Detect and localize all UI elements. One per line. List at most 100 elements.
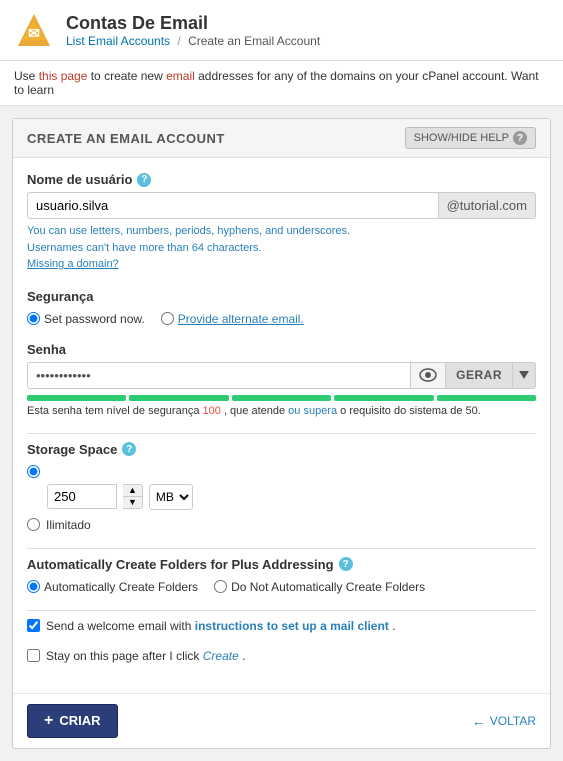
storage-number-input[interactable] <box>47 484 117 509</box>
auto-folders-section: Automatically Create Folders for Plus Ad… <box>27 557 536 594</box>
security-label: Segurança <box>27 289 536 304</box>
security-section: Segurança Set password now. Provide alte… <box>27 289 536 326</box>
username-input-group: @tutorial.com <box>27 192 536 219</box>
panel-footer: + CRIAR ← VOLTAR <box>13 693 550 748</box>
strength-text-after-part1: ou supera <box>288 405 337 417</box>
username-info-icon[interactable]: ? <box>137 173 151 187</box>
breadcrumb-create: Create an Email Account <box>188 34 320 48</box>
welcome-email-bold: instructions to set up a mail client <box>195 619 389 633</box>
highlight-email: email <box>166 69 195 83</box>
divider-1 <box>27 433 536 434</box>
back-arrow-icon: ← <box>472 713 486 729</box>
stay-page-checkbox[interactable] <box>27 649 40 662</box>
auto-do-not-radio[interactable] <box>214 580 227 593</box>
radio-set-password-label: Set password now. <box>44 312 145 326</box>
auto-folders-info-icon[interactable]: ? <box>339 557 353 571</box>
storage-unlimited-label: Ilimitado <box>46 518 91 532</box>
auto-create-label: Automatically Create Folders <box>44 580 198 594</box>
radio-provide-email-option[interactable]: Provide alternate email. <box>161 312 304 326</box>
storage-spinner: ▲ ▼ <box>123 484 143 509</box>
strength-segment-4 <box>334 395 433 401</box>
radio-set-password-option[interactable]: Set password now. <box>27 312 145 326</box>
welcome-email-text1: Send a welcome email with <box>46 619 191 633</box>
missing-domain-link[interactable]: Missing a domain? <box>27 256 536 273</box>
auto-folders-radio-group: Automatically Create Folders Do Not Auto… <box>27 580 536 594</box>
welcome-email-checkbox[interactable] <box>27 619 40 632</box>
domain-suffix: @tutorial.com <box>438 192 536 219</box>
auto-create-option[interactable]: Automatically Create Folders <box>27 580 198 594</box>
security-radio-group: Set password now. Provide alternate emai… <box>27 312 536 326</box>
username-hint-line1: You can use letters, numbers, periods, h… <box>27 223 536 240</box>
strength-segment-2 <box>129 395 228 401</box>
strength-text-middle: , que atende <box>224 405 285 417</box>
storage-info-icon[interactable]: ? <box>122 442 136 456</box>
generate-dropdown-button[interactable] <box>513 362 536 389</box>
storage-unlimited-radio[interactable] <box>27 518 40 531</box>
welcome-email-text2: . <box>392 619 395 633</box>
create-button[interactable]: + CRIAR <box>27 704 118 738</box>
breadcrumb-separator: / <box>177 34 180 48</box>
storage-input-row: ▲ ▼ MB GB <box>47 484 536 510</box>
divider-2 <box>27 548 536 549</box>
app-header-text: Contas De Email List Email Accounts / Cr… <box>66 13 320 48</box>
spinner-down-button[interactable]: ▼ <box>123 497 142 508</box>
username-group: Nome de usuário ? @tutorial.com You can … <box>27 172 536 273</box>
password-label: Senha <box>27 342 536 357</box>
storage-label: Storage Space ? <box>27 442 536 457</box>
strength-text-after-part2: o requisito do sistema de 50. <box>340 405 481 417</box>
back-button-label: VOLTAR <box>490 714 536 728</box>
welcome-email-label[interactable]: Send a welcome email with instructions t… <box>46 619 395 633</box>
breadcrumb: List Email Accounts / Create an Email Ac… <box>66 34 320 48</box>
password-strength-bar <box>27 395 536 401</box>
main-panel: CREATE AN EMAIL ACCOUNT SHOW/HIDE HELP ?… <box>12 118 551 749</box>
radio-provide-email-label: Provide alternate email. <box>178 312 304 326</box>
storage-unlimited-option[interactable]: Ilimitado <box>27 518 536 532</box>
username-hint-line2: Usernames can't have more than 64 charac… <box>27 240 536 257</box>
auto-create-radio[interactable] <box>27 580 40 593</box>
help-icon: ? <box>513 131 527 145</box>
chevron-down-icon <box>519 371 529 379</box>
back-button[interactable]: ← VOLTAR <box>472 713 536 729</box>
svg-text:✉: ✉ <box>28 25 40 41</box>
strength-text: Esta senha tem nível de segurança 100 , … <box>27 405 536 417</box>
breadcrumb-list-link[interactable]: List Email Accounts <box>66 34 170 48</box>
strength-value: 100 <box>203 405 221 417</box>
app-title: Contas De Email <box>66 13 320 34</box>
app-icon: ✉ <box>14 10 54 50</box>
auto-do-not-label: Do Not Automatically Create Folders <box>231 580 425 594</box>
password-input-group: GERAR <box>27 362 536 389</box>
app-header: ✉ Contas De Email List Email Accounts / … <box>0 0 563 61</box>
show-hide-help-button[interactable]: SHOW/HIDE HELP ? <box>405 127 536 149</box>
strength-segment-1 <box>27 395 126 401</box>
radio-provide-email[interactable] <box>161 312 174 325</box>
storage-custom-radio[interactable] <box>27 465 40 478</box>
stay-page-link: Create <box>203 649 239 663</box>
create-button-label: CRIAR <box>59 713 100 728</box>
generate-button[interactable]: GERAR <box>445 362 513 389</box>
page-description: Use this page to create new email addres… <box>0 61 563 106</box>
welcome-email-section: Send a welcome email with instructions t… <box>27 619 536 633</box>
plus-icon: + <box>44 712 53 730</box>
strength-text-before: Esta senha tem nível de segurança <box>27 405 199 417</box>
stay-page-text2: . <box>242 649 245 663</box>
password-toggle-button[interactable] <box>410 362 445 389</box>
stay-page-label[interactable]: Stay on this page after I click Create . <box>46 649 245 663</box>
strength-segment-3 <box>232 395 331 401</box>
panel-title: CREATE AN EMAIL ACCOUNT <box>27 131 225 146</box>
password-group: Senha GERAR <box>27 342 536 417</box>
username-label: Nome de usuário ? <box>27 172 536 187</box>
storage-unit-select[interactable]: MB GB <box>149 484 193 510</box>
auto-folders-label: Automatically Create Folders for Plus Ad… <box>27 557 536 572</box>
panel-body: Nome de usuário ? @tutorial.com You can … <box>13 158 550 693</box>
storage-section: Storage Space ? ▲ ▼ MB GB Ilimitado <box>27 442 536 532</box>
spinner-up-button[interactable]: ▲ <box>123 485 142 497</box>
password-input[interactable] <box>27 362 410 389</box>
panel-header: CREATE AN EMAIL ACCOUNT SHOW/HIDE HELP ? <box>13 119 550 158</box>
radio-set-password[interactable] <box>27 312 40 325</box>
auto-do-not-option[interactable]: Do Not Automatically Create Folders <box>214 580 425 594</box>
username-input[interactable] <box>27 192 438 219</box>
eye-icon <box>419 368 437 382</box>
stay-page-text1: Stay on this page after I click <box>46 649 199 663</box>
stay-page-section: Stay on this page after I click Create . <box>27 649 536 663</box>
username-hint: You can use letters, numbers, periods, h… <box>27 223 536 273</box>
